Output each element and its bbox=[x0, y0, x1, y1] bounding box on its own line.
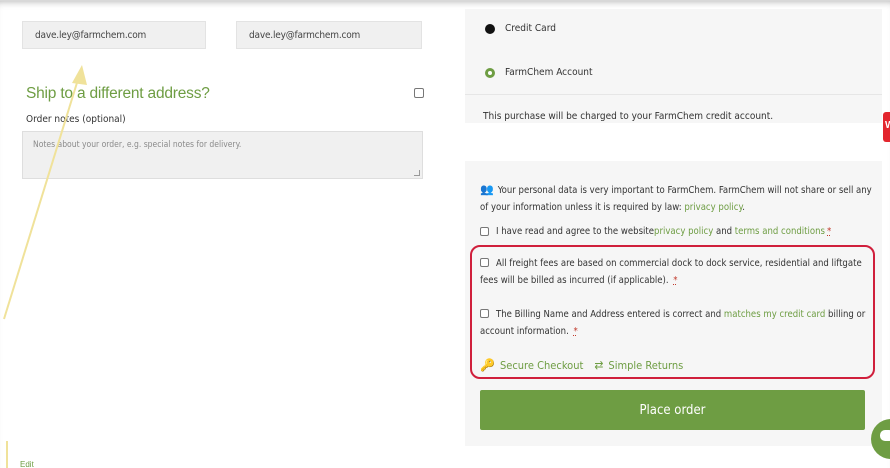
exchange-icon: ⇄ bbox=[594, 358, 604, 372]
billing-acknowledgement[interactable]: The Billing Name and Address entered is … bbox=[480, 306, 870, 340]
payment-option-credit-card[interactable]: Credit Card bbox=[485, 23, 556, 34]
user-lock-icon: 👥 bbox=[480, 183, 494, 196]
annotation-bracket bbox=[6, 441, 14, 468]
required-mark: * bbox=[573, 326, 578, 337]
confirm-email-field[interactable]: dave.ley@farmchem.com bbox=[236, 21, 422, 49]
terms-privacy-link[interactable]: privacy policy bbox=[654, 226, 713, 237]
simple-returns-label: Simple Returns bbox=[608, 358, 684, 372]
terms-agreement[interactable]: I have read and agree to the website pri… bbox=[480, 226, 831, 237]
email-field[interactable]: dave.ley@farmchem.com bbox=[22, 21, 206, 49]
side-feedback-tab[interactable]: W bbox=[883, 112, 890, 142]
key-icon: 🔑 bbox=[480, 358, 495, 372]
edit-link[interactable]: Edit bbox=[20, 460, 34, 468]
radio-credit-card[interactable] bbox=[485, 23, 495, 34]
payment-description: This purchase will be charged to your Fa… bbox=[483, 111, 774, 122]
terms-prefix: I have read and agree to the website bbox=[496, 226, 655, 237]
payment-divider bbox=[465, 94, 882, 95]
freight-acknowledgement[interactable]: All freight fees are based on commercial… bbox=[480, 255, 870, 289]
place-order-button[interactable]: Place order bbox=[480, 390, 865, 430]
required-mark: * bbox=[827, 226, 832, 237]
billing-confirm-prefix: The Billing Name and Address entered is … bbox=[496, 309, 724, 320]
terms-checkbox[interactable] bbox=[480, 227, 489, 236]
ship-different-address-checkbox[interactable] bbox=[414, 88, 424, 98]
annotation-arrow bbox=[3, 65, 87, 320]
trust-badges: 🔑 Secure Checkout ⇄ Simple Returns bbox=[480, 358, 683, 372]
radio-farmchem-account[interactable] bbox=[485, 67, 495, 78]
privacy-notice: 👥 Your personal data is very important to… bbox=[480, 181, 875, 216]
freight-checkbox[interactable] bbox=[480, 258, 489, 267]
payment-option-label: FarmChem Account bbox=[505, 67, 593, 78]
required-mark: * bbox=[673, 275, 678, 286]
checkout-page: dave.ley@farmchem.com dave.ley@farmchem.… bbox=[0, 0, 890, 468]
payment-option-label: Credit Card bbox=[505, 23, 556, 34]
privacy-policy-link[interactable]: privacy policy bbox=[684, 202, 742, 213]
payment-methods-panel: Credit Card FarmChem Account This purcha… bbox=[465, 9, 882, 123]
privacy-notice-end: . bbox=[742, 202, 745, 213]
billing-checkbox[interactable] bbox=[480, 309, 489, 318]
secure-checkout-label: Secure Checkout bbox=[499, 358, 584, 372]
matches-credit-card-link[interactable]: matches my credit card bbox=[724, 309, 825, 320]
terms-conditions-link[interactable]: terms and conditions bbox=[735, 226, 825, 237]
terms-and: and bbox=[713, 226, 735, 237]
payment-option-farmchem-account[interactable]: FarmChem Account bbox=[485, 67, 593, 78]
freight-text: All freight fees are based on commercial… bbox=[480, 258, 862, 286]
resize-grip-icon[interactable] bbox=[414, 170, 420, 176]
privacy-notice-text: Your personal data is very important to … bbox=[480, 185, 872, 213]
